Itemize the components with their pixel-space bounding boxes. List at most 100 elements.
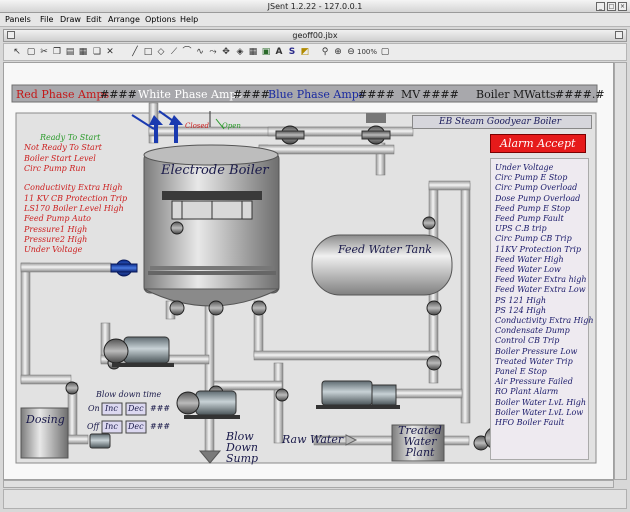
document-close-icon[interactable] [615,31,623,39]
node-icon[interactable]: ◈ [235,46,245,59]
alarm-item: Feed Pump E Stop [495,203,571,213]
paint-icon[interactable]: ◩ [300,46,310,59]
fit-icon[interactable]: ▢ [380,46,390,59]
alarm-item: HFO Boiler Fault [495,418,565,427]
alarm-item: Dose Pump Overload [495,193,581,203]
menu-file[interactable]: File [40,13,53,27]
alarm-accept-label: Alarm Accept [500,137,576,150]
menu-help[interactable]: Help [180,13,198,27]
blow-down-time-label: Blow down time [96,390,162,399]
boiler-mwatts-label: Boiler MWatts [476,88,556,101]
zoom-in-icon[interactable]: ⊕ [333,46,343,59]
electrode-boiler-label: Electrode Boiler [161,163,269,178]
document-title: geoff00.jbx [292,31,338,40]
menu-options[interactable]: Options [145,13,176,27]
white-phase-label: White Phase Amps [138,88,243,101]
vertical-scrollbar[interactable] [614,62,627,480]
menu-draw[interactable]: Draw [60,13,81,27]
off-time-value: ### [150,422,171,431]
feed-water-tank-label: Feed Water Tank [338,243,432,256]
zoom-out-icon[interactable]: ⊖ [346,46,356,59]
paste-icon[interactable]: ▤ [65,46,75,59]
menu-arrange[interactable]: Arrange [108,13,140,27]
minimize-icon[interactable]: _ [596,2,605,11]
cut-icon[interactable]: ✂ [39,46,49,59]
menu-edit[interactable]: Edit [86,13,102,27]
new-icon[interactable]: ▢ [26,46,36,59]
on-label: On [88,404,100,413]
drawing-canvas[interactable]: Red Phase Amps #### White Phase Amps ###… [3,62,614,480]
alarm-item: PS 121 High [495,295,547,305]
delete-icon[interactable]: ▦ [78,46,88,59]
polyline-icon[interactable]: ⟋ [169,46,179,59]
polygon-icon[interactable]: ◇ [156,46,166,59]
spline-icon[interactable]: ⤳ [208,46,218,59]
inc-off-button[interactable]: Inc [105,422,118,431]
alarm-item: UPS C.B trip [495,224,547,234]
curve-icon[interactable]: ∿ [195,46,205,59]
alarm-item: Treated Water Trip [495,356,573,366]
line-icon[interactable]: ╱ [130,46,140,59]
alarm-item: Condensate Dump [495,326,570,336]
mv-label: MV [401,88,421,101]
valve-open-label: Open [222,122,241,130]
boiler-state-item: Boiler Start Level [24,154,96,163]
boiler-state-item: LS170 Boiler Level High [24,204,124,213]
rectangle-icon[interactable]: □ [143,46,153,59]
alarm-item: Circ Pump Overload [495,183,578,193]
move-icon[interactable]: ✥ [221,46,231,59]
alarm-item: Boiler Pressure Low [495,346,578,356]
alarm-item: Under Voltage [495,163,554,172]
image-icon[interactable]: ▣ [261,46,271,59]
inc-on-button[interactable]: Inc [105,404,118,413]
alarm-item: Circ Pump E Stop [495,173,568,183]
alarm-accept-button[interactable]: Alarm Accept [490,134,586,153]
red-phase-value: #### [100,88,137,101]
alarm-item: Conductivity Extra High [495,316,594,325]
alarm-item: PS 124 High [495,305,547,315]
copy-icon[interactable]: ❐ [52,46,62,59]
menu-bar: Panels File Draw Edit Arrange Options He… [0,13,630,27]
select-icon[interactable]: ↖ [12,46,22,59]
alarm-item: Feed Water Extra Low [495,285,586,295]
alarm-item: Feed Water High [495,254,564,264]
blue-phase-label: Blue Phase Amps [268,88,365,101]
boiler-state-item: Pressure2 High [24,235,88,244]
close-icon[interactable]: × [618,2,627,11]
boiler-mwatts-value: ####.# [555,88,605,101]
dosing-label: Dosing [26,413,65,426]
panel-title-box: EB Steam Goodyear Boiler [412,115,592,129]
dec-off-button[interactable]: Dec [128,422,144,431]
dec-on-button[interactable]: Dec [128,404,144,413]
red-phase-label: Red Phase Amps [16,88,110,101]
maximize-icon[interactable]: □ [607,2,616,11]
alarm-item: RO Plant Alarm [495,387,559,397]
window-title: JSent 1.2.22 - 127.0.0.1 [267,2,363,11]
arc-icon[interactable]: ⌒ [182,46,192,59]
remove-icon[interactable]: ✕ [105,46,115,59]
boiler-state-item: Ready To Start [40,133,101,142]
blue-phase-value: #### [358,88,395,101]
duplicate-icon[interactable]: ❏ [92,46,102,59]
title-bar: JSent 1.2.22 - 127.0.0.1 _ □ × [0,0,630,13]
valve-closed-label: Closed [185,122,210,130]
alarm-item: Circ Pump CB Trip [495,234,572,244]
raw-water-label: Raw Water [282,433,344,446]
menu-panels[interactable]: Panels [5,13,31,27]
blow-down-sump-label: Blow Down Sump [226,430,259,465]
symbol-icon[interactable]: S [287,46,297,59]
zoom-level[interactable]: 100% [357,46,377,59]
application-window: JSent 1.2.22 - 127.0.0.1 _ □ × Panels Fi… [0,0,630,512]
grid-icon[interactable]: ▦ [248,46,258,59]
on-time-value: ### [150,404,171,413]
zoom-tool-icon[interactable]: ⚲ [320,46,330,59]
alarm-item: Control CB Trip [495,336,560,346]
boiler-state-item: Feed Pump Auto [24,214,91,223]
text-icon[interactable]: A [274,46,284,59]
off-label: Off [87,422,100,431]
alarm-item: Air Pressure Failed [495,377,573,387]
toolbar: ↖ ▢ ✂ ❐ ▤ ▦ ❏ ✕ ╱ □ ◇ ⟋ ⌒ ∿ ⤳ ✥ ◈ ▦ ▣ A … [3,43,627,61]
alarm-item: Feed Water Low [495,265,561,274]
horizontal-scrollbar[interactable] [3,480,614,488]
treated-water-plant-label: Treated Water Plant [398,424,442,459]
